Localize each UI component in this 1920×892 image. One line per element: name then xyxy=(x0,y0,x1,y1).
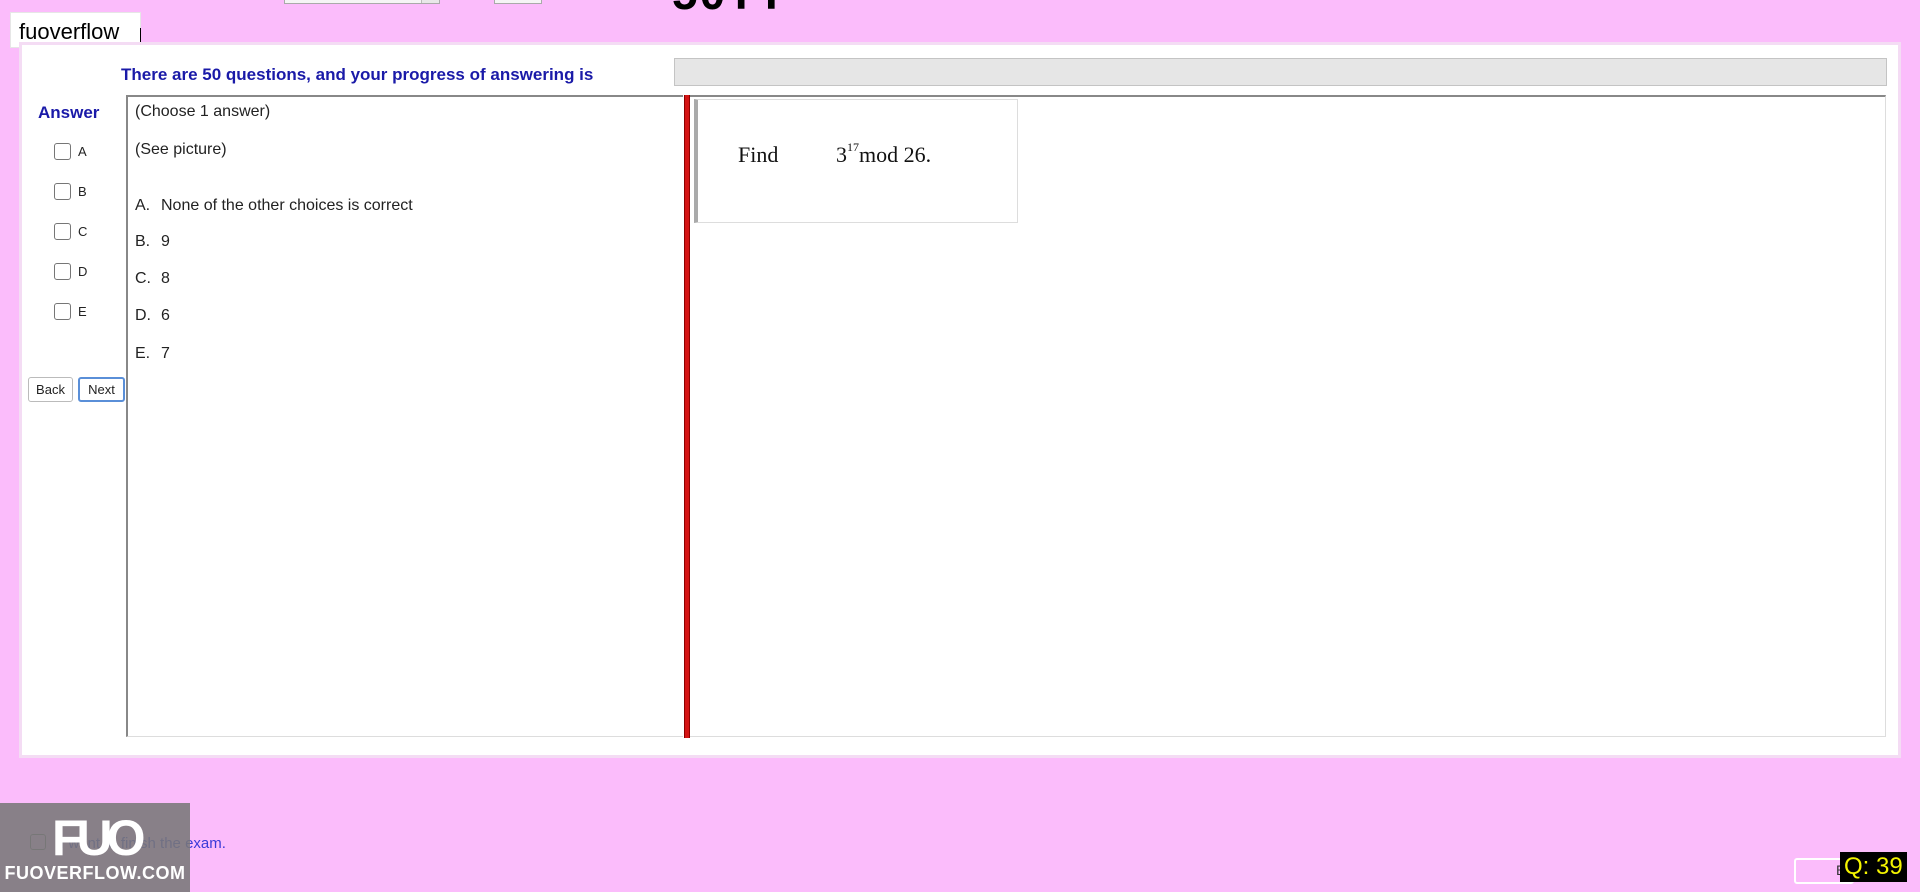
choice-letter: C. xyxy=(135,270,151,287)
progress-bar xyxy=(674,58,1887,86)
picture-find-word: Find xyxy=(738,142,779,167)
answer-checkbox-b[interactable] xyxy=(54,182,71,200)
watermark-text: FUOVERFLOW.COM xyxy=(4,863,186,883)
question-note: (See picture) xyxy=(135,141,227,158)
answer-option-label: C xyxy=(78,223,88,239)
fuoverflow-watermark: FUO FUOVERFLOW.COM xyxy=(0,803,190,892)
chevron-down-icon[interactable] xyxy=(421,0,439,3)
choice-item: A. None of the other choices is correct xyxy=(135,197,413,215)
answer-option-label: E xyxy=(78,303,87,319)
choice-text: 6 xyxy=(161,307,170,324)
answer-option-c[interactable]: C xyxy=(54,222,87,240)
choice-letter: A. xyxy=(135,197,151,214)
choice-text: 7 xyxy=(161,345,170,362)
top-partial-heading: 50TT xyxy=(672,0,787,20)
answer-option-d[interactable]: D xyxy=(54,262,87,280)
answer-checkbox-c[interactable] xyxy=(54,222,71,240)
top-select[interactable] xyxy=(284,0,440,4)
choice-text: None of the other choices is correct xyxy=(161,197,413,214)
question-counter: Q: 39 xyxy=(1840,852,1907,882)
top-small-input[interactable] xyxy=(494,0,542,4)
answer-option-label: A xyxy=(78,143,87,159)
answer-option-label: D xyxy=(78,263,88,279)
choice-text: 8 xyxy=(161,270,170,287)
choice-letter: E. xyxy=(135,345,151,362)
exam-frame: There are 50 questions, and your progres… xyxy=(19,42,1901,758)
progress-text: There are 50 questions, and your progres… xyxy=(121,65,594,84)
choice-item: C. 8 xyxy=(135,270,170,288)
math-exponent: 17 xyxy=(847,139,859,154)
back-button[interactable]: Back xyxy=(28,377,73,402)
answer-option-a[interactable]: A xyxy=(54,142,87,160)
choice-letter: B. xyxy=(135,233,151,250)
answer-label: Answer xyxy=(38,103,100,122)
question-picture: Find 317mod 26. xyxy=(694,99,1018,223)
answer-option-b[interactable]: B xyxy=(54,182,87,200)
math-base: 3 xyxy=(836,142,847,167)
answer-checkbox-e[interactable] xyxy=(54,302,71,320)
choice-item: E. 7 xyxy=(135,345,170,363)
math-rest: mod 26. xyxy=(859,142,932,167)
choice-text: 9 xyxy=(161,233,170,250)
answer-checkbox-a[interactable] xyxy=(54,142,71,160)
choice-letter: D. xyxy=(135,307,151,324)
choice-item: B. 9 xyxy=(135,233,170,251)
exam-page: 50TT fuoverflow There are 50 questions, … xyxy=(0,0,1920,892)
choice-item: D. 6 xyxy=(135,307,170,325)
answer-checkbox-d[interactable] xyxy=(54,262,71,280)
picture-math-expression: 317mod 26. xyxy=(836,139,932,168)
question-image-panel: Find 317mod 26. xyxy=(690,95,1886,737)
question-instruction: (Choose 1 answer) xyxy=(135,103,271,120)
answer-option-label: B xyxy=(78,183,87,199)
watermark-logo: FUO xyxy=(52,810,146,866)
answer-option-e[interactable]: E xyxy=(54,302,87,320)
question-panel: (Choose 1 answer) (See picture) A. None … xyxy=(126,95,683,737)
next-button[interactable]: Next xyxy=(78,377,125,402)
